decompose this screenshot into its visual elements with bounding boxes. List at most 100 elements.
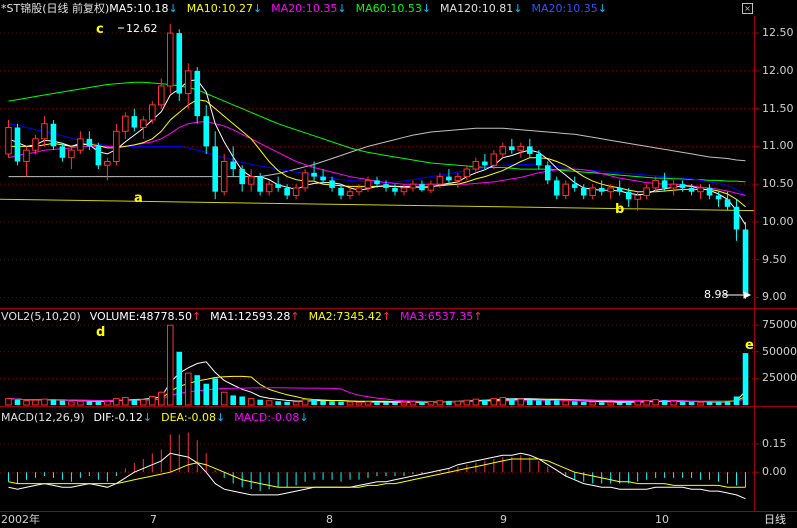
candle [670, 180, 677, 196]
candle-body [338, 187, 344, 196]
candle [230, 146, 236, 177]
price-axis-label: 9.50 [762, 252, 787, 266]
candle [32, 135, 39, 154]
volume-bar [355, 401, 363, 406]
candle [562, 180, 570, 200]
candle [544, 161, 551, 185]
price-axis-label: 10.00 [762, 214, 794, 228]
volume-bar [598, 402, 605, 405]
volume-bar [212, 378, 219, 405]
volume-bar [509, 398, 515, 405]
ma20b-value: MA20:10.35 [531, 2, 598, 15]
volume-bar [50, 399, 57, 405]
volume-bar [634, 400, 641, 406]
volume-bar [733, 396, 740, 405]
volume-bar [176, 351, 183, 405]
candle-body [32, 138, 39, 151]
dif-down-icon: ↓ [142, 411, 153, 424]
volume-bar [230, 395, 236, 405]
candle-body [527, 146, 533, 154]
candle [113, 123, 120, 166]
volume-bar [68, 401, 75, 406]
candle [275, 176, 281, 192]
candle-body [194, 70, 201, 117]
candle-body [409, 183, 417, 189]
candle-body [355, 187, 363, 193]
period-label[interactable]: 日线 [764, 513, 786, 526]
volume-bar [383, 402, 389, 405]
candle-body [212, 146, 219, 192]
volume-bar [140, 399, 147, 406]
candle-body [230, 161, 236, 170]
close-icon[interactable]: × [742, 3, 753, 14]
panel-frames [0, 16, 797, 512]
candle [338, 184, 344, 200]
macd-axis-label: 0.00 [762, 465, 787, 479]
volume-ma5-line [8, 361, 746, 403]
candle-body [41, 123, 48, 140]
ma60-down-icon: ↓ [421, 2, 432, 15]
candle [715, 191, 722, 207]
ma120-down-icon: ↓ [513, 2, 523, 15]
candle-body [436, 176, 444, 185]
candle [50, 119, 57, 151]
candle-body [688, 187, 695, 192]
volume-bar [724, 401, 731, 405]
volume-bar [742, 353, 749, 405]
support-trendline [0, 198, 755, 212]
candle-body [257, 176, 263, 192]
candle [220, 153, 228, 196]
volume-bar [320, 400, 326, 405]
candle [23, 146, 30, 177]
candle-body [275, 184, 281, 188]
vol-ma2-value: MA2:7345.42 [308, 310, 382, 323]
volume-bar [463, 399, 471, 406]
candle-body [544, 165, 551, 181]
candle-body [320, 176, 326, 181]
candle-body [715, 195, 722, 200]
volume-bar [535, 400, 542, 405]
main-chart-header: *ST锦股(日线 前复权) MA5:10.18↓ MA10:10.27↓ MA20:… [1, 2, 761, 18]
candle-body [392, 187, 398, 192]
candle [149, 101, 156, 124]
candle [724, 191, 731, 211]
volume-bar [158, 391, 165, 406]
candle [301, 169, 309, 192]
dea-value: DEA:-0.08 [161, 411, 217, 424]
volume-bar [715, 401, 722, 405]
volume-bars [5, 324, 749, 406]
candle-body [176, 33, 183, 94]
candle-body [239, 169, 245, 185]
volume-bar [589, 401, 596, 406]
candle-body [68, 149, 75, 159]
candle-body [652, 179, 659, 189]
volume-bar [482, 399, 488, 405]
volume-bar [95, 400, 102, 405]
volume-axis-label: 25000 [762, 371, 797, 385]
low-price-label: 8.98 [704, 288, 729, 301]
candle-body [472, 161, 480, 170]
stock-chart[interactable] [0, 0, 797, 528]
label-c: c [96, 22, 104, 37]
candle-body [553, 180, 560, 196]
volume-bar [113, 398, 120, 406]
volume-bar [374, 402, 380, 405]
candle-body [427, 183, 435, 191]
volume-bar [661, 400, 668, 405]
x-label-jul: 7 [150, 513, 157, 526]
candle-body [166, 32, 174, 87]
candle [742, 221, 749, 299]
volume-bar [580, 401, 587, 405]
candle [616, 180, 623, 196]
candle [400, 184, 408, 196]
trendline [0, 198, 755, 212]
vol-ma3-up-icon: ↑ [473, 310, 483, 323]
candle-body [86, 138, 93, 147]
volume-bar [472, 398, 480, 406]
price-axis-label: 9.00 [762, 290, 787, 304]
candle [419, 180, 425, 192]
macd-down-icon: ↓ [299, 411, 309, 424]
candle [247, 169, 255, 192]
vol-ma3-value: MA3:6537.35 [400, 310, 474, 323]
candle [598, 180, 605, 196]
